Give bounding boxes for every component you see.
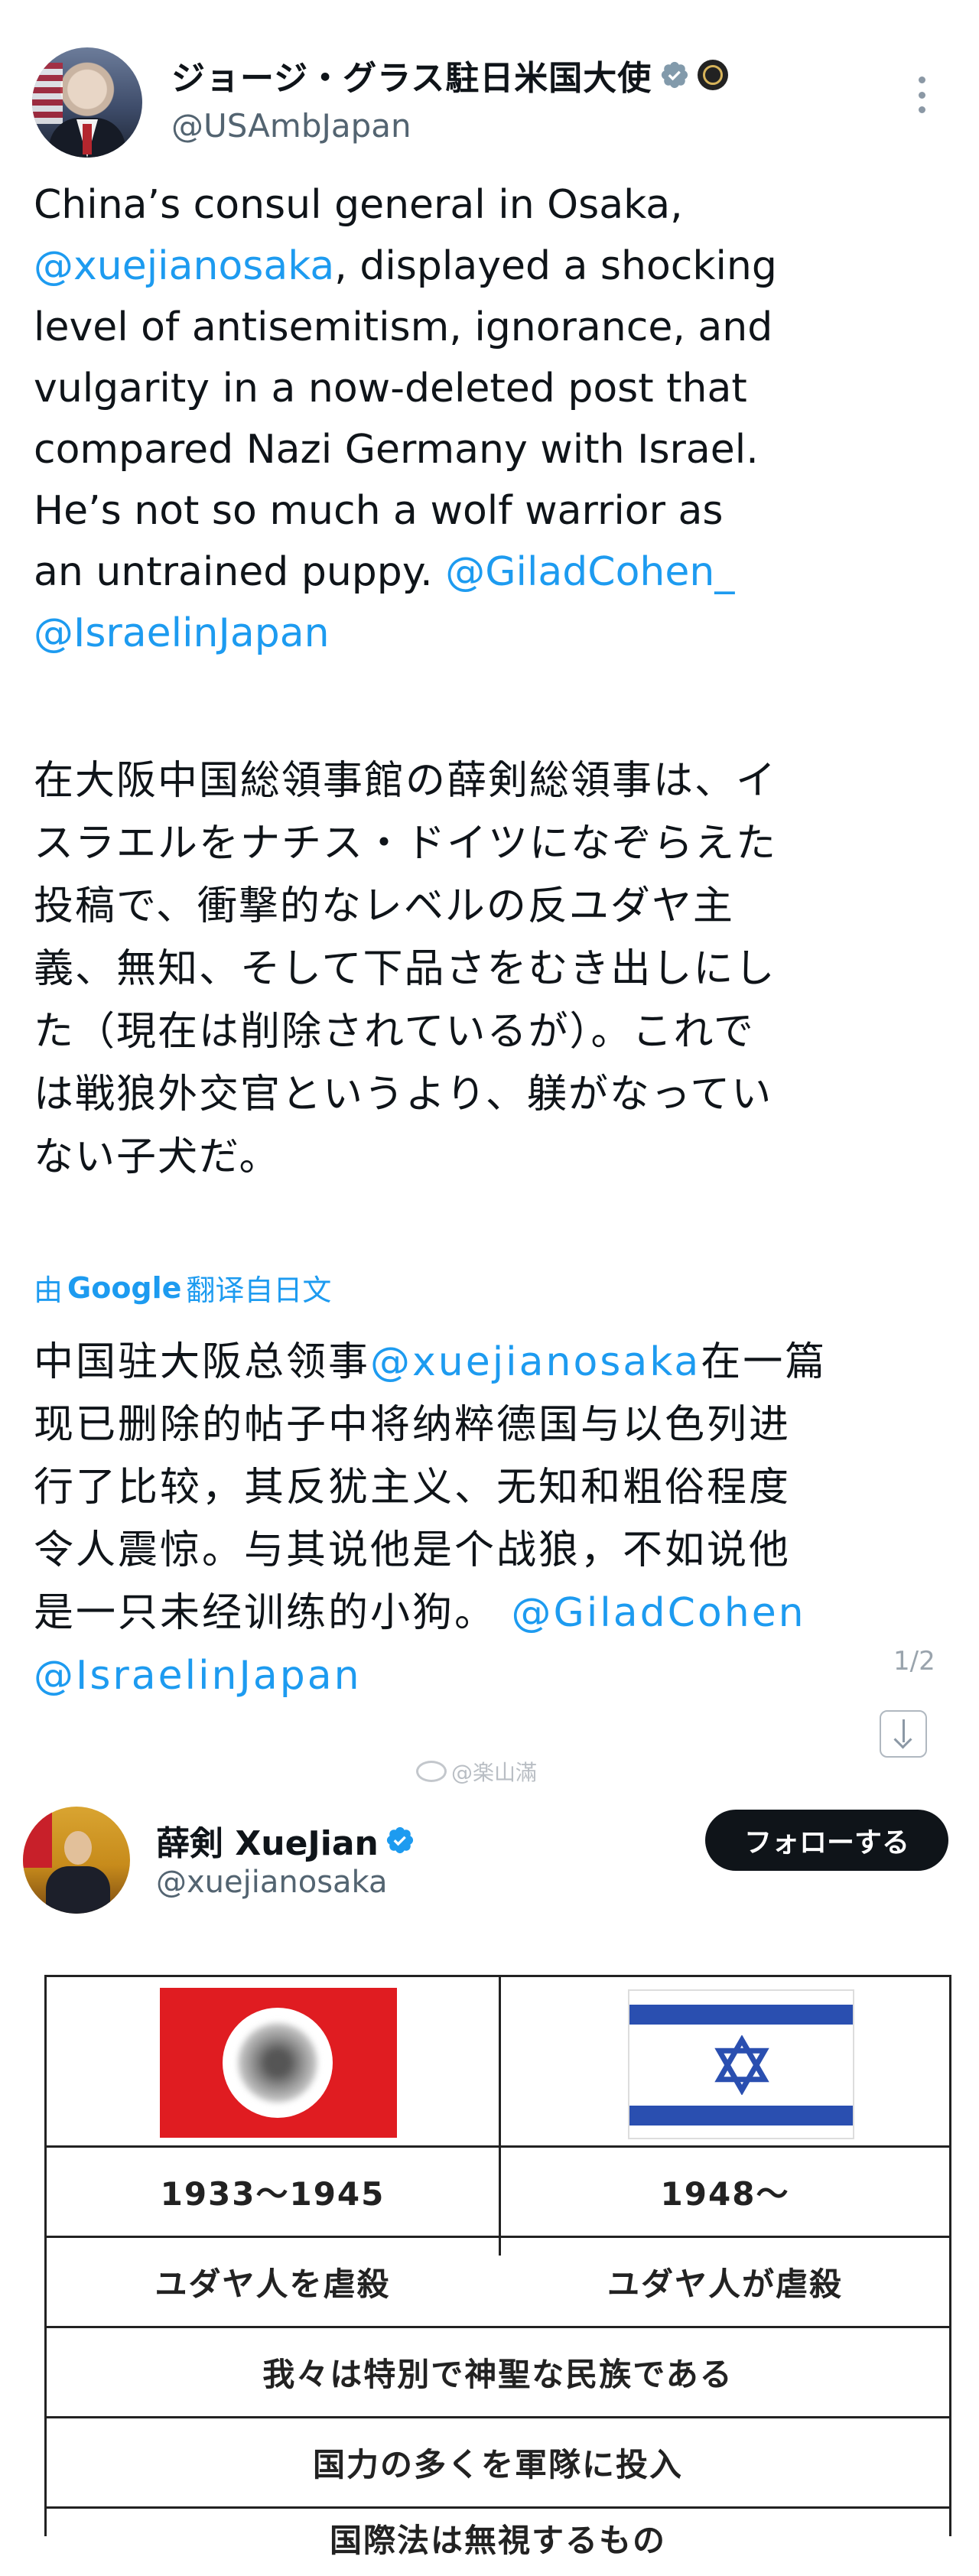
avatar[interactable] <box>23 1807 130 1914</box>
verified-badge-icon <box>386 1826 413 1854</box>
text-line: compared Nazi Germany with Israel. <box>34 427 759 473</box>
table-cell: 国際法は無視するもの <box>329 2522 666 2559</box>
tweet-text-chinese-translation: 中国驻大阪总领事@xuejianosaka在一篇 现已删除的帖子中将纳粹德国与以… <box>34 1331 951 1707</box>
mention-link[interactable]: @xuejianosaka <box>34 243 334 289</box>
translation-attribution[interactable]: 由 Google 翻译自日文 <box>34 1267 331 1309</box>
table-cell: 1948〜 <box>660 2175 790 2213</box>
mention-link[interactable]: @IsraelinJapan <box>34 1653 362 1699</box>
tweet-text-english: China’s consul general in Osaka, @xuejia… <box>34 174 951 664</box>
image-page-indicator: 1/2 <box>893 1646 935 1677</box>
text-line: 行了比较，其反犹主义、无知和粗俗程度 <box>34 1465 792 1511</box>
text-line: vulgarity in a now-deleted post that <box>34 366 747 411</box>
verified-badge-icon <box>662 61 688 89</box>
text-line: 義、無知、そして下品さをむき出しにし <box>34 946 776 992</box>
author-row: ジョージ・グラス駐日米国大使 <box>171 50 729 99</box>
israel-flag-image <box>628 1989 854 2139</box>
table-cell: ユダヤ人を虐殺 <box>154 2265 391 2303</box>
mention-link[interactable]: @xuejianosaka <box>370 1339 701 1385</box>
avatar[interactable] <box>32 47 142 158</box>
text-line: 现已删除的帖子中将纳粹德国与以色列进 <box>34 1402 792 1448</box>
mention-link[interactable]: @GiladCohen_ <box>445 549 734 595</box>
download-icon[interactable] <box>880 1710 927 1758</box>
weibo-icon <box>416 1761 447 1782</box>
tweet-text-japanese: 在大阪中国総領事館の薛剣総領事は、イ スラエルをナチス・ドイツになぞらえた 投稿… <box>34 750 951 1189</box>
text-line: , displayed a shocking <box>334 243 777 289</box>
author-handle[interactable]: @xuejianosaka <box>156 1865 388 1900</box>
author-row: 薛剣 XueJian <box>156 1816 415 1865</box>
text-line: 令人震惊。与其说他是个战狼，不如说他 <box>34 1527 792 1573</box>
text-line: 投稿で、衝撃的なレベルの反ユダヤ主 <box>34 883 734 929</box>
follow-button[interactable]: フォローする <box>705 1810 948 1871</box>
comparison-table-image: 1933〜1945 1948〜 ユダヤ人を虐殺 ユダヤ人が虐殺 我々は特別で神聖… <box>44 1975 951 2559</box>
author-name[interactable]: 薛剣 XueJian <box>156 1816 379 1865</box>
text-line: スラエルをナチス・ドイツになぞらえた <box>34 821 778 867</box>
more-options-icon[interactable] <box>918 76 925 113</box>
text-line: He’s not so much a wolf warrior as <box>34 488 724 534</box>
google-logo: Google <box>67 1270 182 1305</box>
text-line: an untrained puppy. <box>34 549 433 595</box>
star-of-david-icon <box>714 2035 769 2095</box>
text-line: 中国驻大阪总领事 <box>34 1339 371 1385</box>
mention-link[interactable]: @GiladCohen <box>512 1590 806 1636</box>
table-cell: ユダヤ人が虐殺 <box>607 2265 843 2303</box>
blurred-symbol <box>238 2023 317 2103</box>
author-name[interactable]: ジョージ・グラス駐日米国大使 <box>171 50 652 99</box>
watermark: @楽山滿 <box>416 1756 537 1787</box>
text-line: China’s consul general in Osaka, <box>34 182 683 228</box>
text-line: た（現在は削除されているが）。これで <box>34 1009 755 1055</box>
author-handle[interactable]: @USAmbJapan <box>171 107 411 145</box>
text-line: level of antisemitism, ignorance, and <box>34 304 773 350</box>
government-seal-icon <box>698 60 729 90</box>
table-cell: 1933〜1945 <box>160 2175 385 2213</box>
mention-link[interactable]: @IsraelinJapan <box>34 610 330 656</box>
nazi-flag-image <box>160 1988 397 2138</box>
text-line: 是一只未经训练的小狗。 <box>34 1590 497 1636</box>
table-cell: 国力の多くを軍隊に投入 <box>312 2446 683 2483</box>
text-line: 在一篇 <box>701 1339 828 1385</box>
text-line: ない子犬だ。 <box>34 1134 281 1180</box>
text-line: は戦狼外交官というより、躾がなってい <box>34 1072 773 1117</box>
text-line: 在大阪中国総領事館の薛剣総領事は、イ <box>34 758 778 804</box>
table-cell: 我々は特別で神聖な民族である <box>262 2356 733 2393</box>
